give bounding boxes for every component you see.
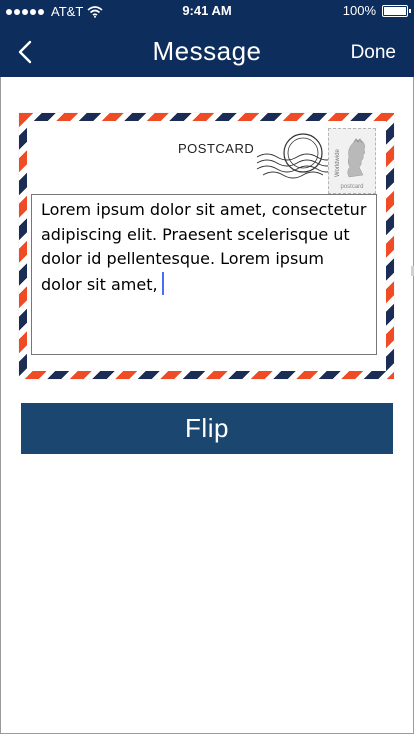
postcard-face: POSTCARD Worldwide postcard Lorem ipsum … [27,121,386,371]
status-bar: AT&T 9:41 AM 100% [0,0,414,22]
battery-icon [382,4,411,17]
flip-button[interactable]: Flip [21,403,393,454]
queen-profile-icon [347,138,366,178]
battery-percent: 100% [342,3,376,18]
text-caret [161,271,164,295]
header: AT&T 9:41 AM 100% Message Done [0,0,414,77]
message-textarea[interactable]: Lorem ipsum dolor sit amet, consectetur … [31,194,377,355]
postmark-icon [256,133,335,179]
stamp: Worldwide postcard [328,128,376,194]
done-button[interactable]: Done [351,42,396,64]
postcard-label: POSTCARD [178,141,255,156]
postcard: POSTCARD Worldwide postcard Lorem ipsum … [19,113,394,379]
message-text: Lorem ipsum dolor sit amet, consectetur … [41,200,367,294]
stamp-caption: postcard [340,184,364,190]
